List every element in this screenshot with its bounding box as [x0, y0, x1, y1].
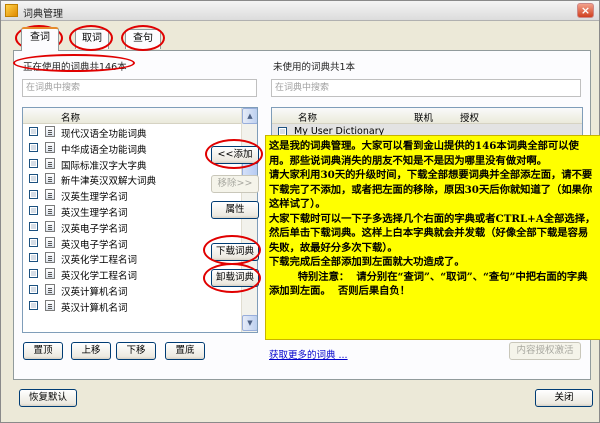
dictionary-icon: [45, 220, 55, 232]
dictionary-icon: [45, 268, 55, 280]
tab-lookup[interactable]: 查词: [21, 27, 59, 51]
dictionary-icon: [45, 141, 55, 153]
list-header: 名称: [23, 108, 257, 124]
left-scrollbar[interactable]: ▲ ▼: [241, 108, 257, 332]
window-title: 词典管理: [23, 9, 63, 20]
close-button[interactable]: 关闭: [535, 389, 593, 407]
row-checkbox[interactable]: [29, 253, 38, 263]
row-checkbox[interactable]: [29, 269, 38, 279]
dictionary-icon: [45, 173, 55, 185]
tab-capture[interactable]: 取词: [75, 29, 109, 49]
list-item[interactable]: 英汉计算机名词: [23, 298, 257, 314]
list-item[interactable]: 现代汉语全功能词典: [23, 124, 257, 140]
dictionary-name: 英汉生理学名词: [61, 207, 128, 219]
dictionary-name: 汉英生理学名词: [61, 192, 128, 204]
dictionary-name: 英汉计算机名词: [61, 302, 128, 314]
column-license: 授权: [460, 113, 480, 124]
column-name: 名称: [298, 113, 318, 124]
dictionary-name: 英汉化学工程名词: [61, 271, 138, 283]
row-checkbox[interactable]: [29, 205, 38, 215]
dictionary-name: 国际标准汉字大字典: [61, 160, 147, 172]
dictionary-icon: [45, 236, 55, 248]
column-online: 联机: [414, 113, 434, 124]
left-search-input[interactable]: 在词典中搜索: [22, 79, 257, 97]
row-checkbox[interactable]: [29, 127, 38, 136]
list-header: 名称 联机 授权: [272, 108, 582, 124]
row-checkbox[interactable]: [29, 237, 38, 247]
dictionary-name: 汉英化学工程名词: [61, 255, 138, 267]
app-icon: [5, 4, 18, 17]
dictionary-manager-window: 词典管理 × 查词 取词 查句 正在使用的词典共146本 在词典中搜索 名称 现…: [0, 0, 600, 423]
title-bar: 词典管理 ×: [1, 1, 599, 21]
tab-sentence[interactable]: 查句: [125, 29, 161, 49]
move-top-button[interactable]: 置顶: [23, 342, 63, 360]
dictionary-name: 英汉电子学名词: [61, 239, 128, 251]
remove-button[interactable]: 移除>>: [211, 175, 259, 193]
add-button[interactable]: <<添加: [211, 146, 259, 164]
dictionary-icon: [45, 299, 55, 311]
move-up-button[interactable]: 上移: [71, 342, 111, 360]
dictionary-name: 中华成语全功能词典: [61, 144, 147, 156]
row-checkbox[interactable]: [29, 158, 38, 168]
download-button[interactable]: 下载词典: [211, 243, 259, 261]
column-name: 名称: [61, 113, 81, 124]
properties-button[interactable]: 属性: [211, 201, 259, 219]
move-bottom-button[interactable]: 置底: [165, 342, 205, 360]
used-dict-count: 正在使用的词典共146本: [23, 62, 127, 73]
dictionary-name: 汉英计算机名词: [61, 286, 128, 298]
scroll-up-icon[interactable]: ▲: [242, 108, 257, 124]
row-checkbox[interactable]: [29, 174, 38, 184]
dictionary-name: 现代汉语全功能词典: [61, 129, 147, 140]
uninstall-button[interactable]: 卸载词典: [211, 269, 259, 287]
annotation-note: 这是我的词典管理。大家可以看到金山提供的146本词典全部可以使用。那些说词典消失…: [265, 135, 600, 340]
dictionary-icon: [45, 204, 55, 216]
more-dictionaries-link[interactable]: 获取更多的词典 ...: [269, 347, 348, 361]
dictionary-icon: [45, 126, 55, 137]
move-down-button[interactable]: 下移: [116, 342, 156, 360]
dictionary-icon: [45, 252, 55, 264]
row-checkbox[interactable]: [29, 190, 38, 200]
close-icon[interactable]: ×: [577, 3, 594, 18]
dictionary-icon: [45, 283, 55, 295]
restore-default-button[interactable]: 恢复默认: [19, 389, 77, 407]
dictionary-name: 汉英电子学名词: [61, 223, 128, 235]
used-dictionary-list: 名称 现代汉语全功能词典 中华成语全功能词典 国际标准汉字大字典 新牛津英汉双解大词典…: [22, 107, 258, 333]
activate-license-button[interactable]: 内容授权激活: [509, 342, 581, 360]
scroll-down-icon[interactable]: ▼: [242, 315, 257, 331]
dictionary-icon: [45, 157, 55, 169]
dictionary-icon: [45, 189, 55, 201]
row-checkbox[interactable]: [29, 221, 38, 231]
row-checkbox[interactable]: [29, 142, 38, 152]
list-item[interactable]: 汉英电子学名词: [23, 219, 257, 235]
right-search-input[interactable]: 在词典中搜索: [271, 79, 581, 97]
row-checkbox[interactable]: [29, 284, 38, 294]
dictionary-name: 新牛津英汉双解大词典: [61, 176, 157, 188]
unused-dict-count: 未使用的词典共1本: [273, 62, 356, 73]
row-checkbox[interactable]: [29, 300, 38, 310]
